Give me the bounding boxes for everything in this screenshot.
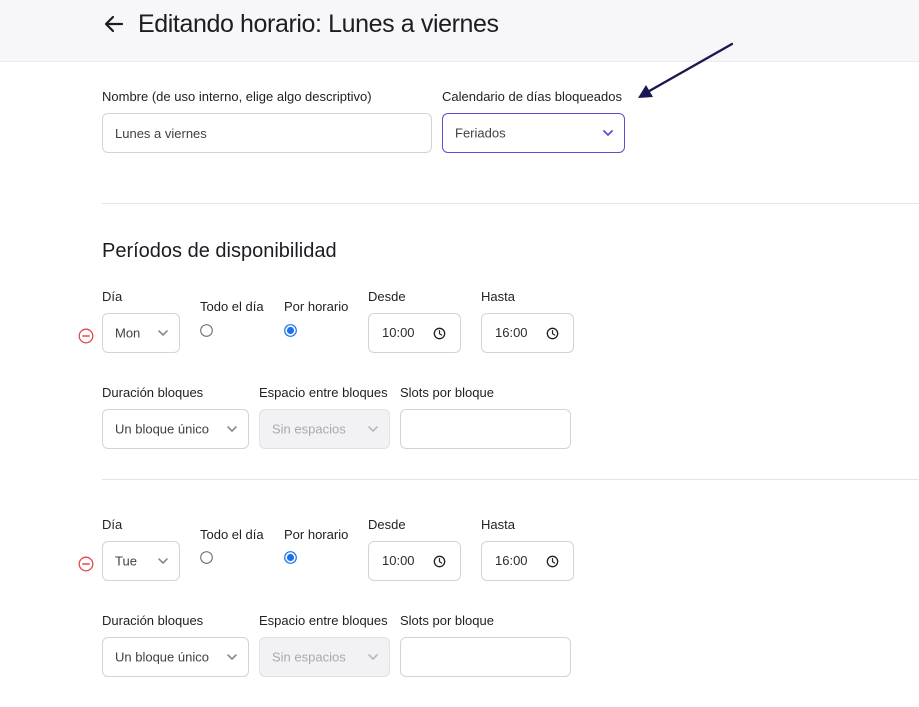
by-schedule-radio[interactable] xyxy=(284,551,297,564)
duration-value: Un bloque único xyxy=(115,649,209,665)
blocked-calendar-value: Feriados xyxy=(455,125,506,141)
name-input[interactable] xyxy=(102,113,432,153)
duration-select[interactable]: Un bloque único xyxy=(102,637,249,677)
day-value: Tue xyxy=(115,553,137,569)
duration-label: Duración bloques xyxy=(102,613,204,628)
availability-section-title: Períodos de disponibilidad xyxy=(102,240,337,262)
day-select[interactable]: Mon xyxy=(102,313,180,353)
day-value: Mon xyxy=(115,325,141,341)
clock-icon xyxy=(546,327,559,340)
remove-period-button[interactable] xyxy=(78,556,94,572)
from-label: Desde xyxy=(368,289,406,304)
to-time-input[interactable]: 16:00 xyxy=(481,313,574,353)
to-time-input[interactable]: 16:00 xyxy=(481,541,574,581)
clock-icon xyxy=(546,555,559,568)
day-label: Día xyxy=(102,289,123,304)
duration-label: Duración bloques xyxy=(102,385,204,400)
period-divider xyxy=(102,479,919,480)
from-label: Desde xyxy=(368,517,406,532)
to-time-value: 16:00 xyxy=(495,553,528,568)
arrow-left-icon xyxy=(104,15,124,33)
by-schedule-radio[interactable] xyxy=(284,324,297,337)
chevron-down-icon xyxy=(368,426,378,432)
all-day-label: Todo el día xyxy=(200,527,264,542)
spacing-select: Sin espacios xyxy=(259,637,390,677)
spacing-label: Espacio entre bloques xyxy=(259,385,388,400)
spacing-value: Sin espacios xyxy=(272,421,346,437)
to-label: Hasta xyxy=(481,289,515,304)
all-day-radio[interactable] xyxy=(200,324,213,337)
blocked-calendar-label: Calendario de días bloqueados xyxy=(442,89,622,104)
all-day-radio[interactable] xyxy=(200,551,213,564)
chevron-down-icon xyxy=(158,558,168,564)
slots-label: Slots por bloque xyxy=(400,385,494,400)
chevron-down-icon xyxy=(368,654,378,660)
blocked-calendar-select[interactable]: Feriados xyxy=(442,113,625,153)
from-time-value: 10:00 xyxy=(382,553,415,568)
slots-label: Slots por bloque xyxy=(400,613,494,628)
spacing-select: Sin espacios xyxy=(259,409,390,449)
from-time-input[interactable]: 10:00 xyxy=(368,313,461,353)
by-schedule-label: Por horario xyxy=(284,299,349,314)
slots-input[interactable] xyxy=(400,637,571,677)
from-time-value: 10:00 xyxy=(382,325,415,340)
day-label: Día xyxy=(102,517,123,532)
page-title: Editando horario: Lunes a viernes xyxy=(138,10,499,38)
duration-value: Un bloque único xyxy=(115,421,209,437)
from-time-input[interactable]: 10:00 xyxy=(368,541,461,581)
chevron-down-icon xyxy=(227,426,237,432)
chevron-down-icon xyxy=(227,654,237,660)
duration-select[interactable]: Un bloque único xyxy=(102,409,249,449)
clock-icon xyxy=(433,555,446,568)
chevron-down-icon xyxy=(603,130,613,136)
slots-input[interactable] xyxy=(400,409,571,449)
to-time-value: 16:00 xyxy=(495,325,528,340)
spacing-value: Sin espacios xyxy=(272,649,346,665)
minus-circle-icon xyxy=(78,328,94,344)
section-divider xyxy=(102,203,919,204)
annotation-arrow-icon xyxy=(638,42,734,98)
to-label: Hasta xyxy=(481,517,515,532)
remove-period-button[interactable] xyxy=(78,328,94,344)
minus-circle-icon xyxy=(78,556,94,572)
day-select[interactable]: Tue xyxy=(102,541,180,581)
by-schedule-label: Por horario xyxy=(284,527,349,542)
spacing-label: Espacio entre bloques xyxy=(259,613,388,628)
name-label: Nombre (de uso interno, elige algo descr… xyxy=(102,89,372,104)
chevron-down-icon xyxy=(158,330,168,336)
clock-icon xyxy=(433,327,446,340)
all-day-label: Todo el día xyxy=(200,299,264,314)
back-button[interactable] xyxy=(102,12,128,36)
page-header: Editando horario: Lunes a viernes xyxy=(0,0,919,62)
